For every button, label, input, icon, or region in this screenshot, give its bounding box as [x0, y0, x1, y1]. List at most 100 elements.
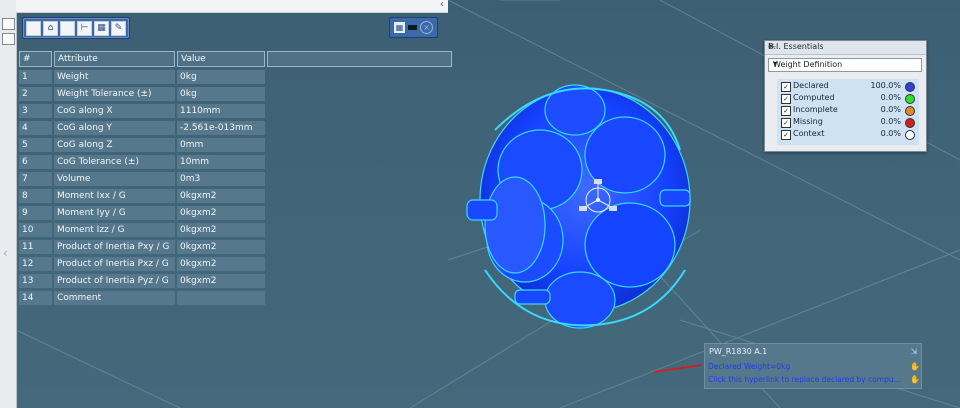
status-color-dot [905, 94, 915, 104]
table-row[interactable]: 5 CoG along Z 0mm [19, 138, 452, 152]
legend-percent: 0.0% [880, 129, 901, 138]
declared-weight-link[interactable]: Declared Weight=0kg [708, 362, 790, 371]
checkbox[interactable]: ✓ [781, 130, 791, 140]
column-header: Attribute [54, 51, 175, 67]
legend-label: Declared [793, 81, 829, 90]
row-number: 2 [19, 87, 52, 101]
attribute-value: 0kgxm2 [177, 189, 265, 203]
checkbox[interactable]: ✓ [781, 106, 791, 116]
attribute-name: Weight Tolerance (±) [54, 87, 175, 101]
column-header-empty [267, 51, 452, 67]
close-icon[interactable]: ✕ [768, 42, 923, 51]
checkbox[interactable]: ✓ [781, 118, 791, 128]
info-tooltip-panel: PW_R1830 A.1 Declared Weight=0kg Click t… [704, 343, 922, 389]
legend-percent: 0.0% [880, 105, 901, 114]
square-icon[interactable] [26, 20, 41, 36]
chevron-left-icon[interactable]: ‹ [3, 246, 8, 260]
bi-essentials-title-bar: B.I. Essentials — ✕ [765, 41, 926, 55]
table-row[interactable]: 3 CoG along X 1110mm [19, 104, 452, 118]
attribute-value: 0kgxm2 [177, 240, 265, 254]
legend-label: Incomplete [793, 105, 838, 114]
table-row[interactable]: 2 Weight Tolerance (±) 0kg [19, 87, 452, 101]
pin-icon[interactable]: ⇲ [910, 347, 918, 356]
legend-label: Missing [793, 117, 823, 126]
attribute-name: CoG along Z [54, 138, 175, 152]
attribute-name: CoG Tolerance (±) [54, 155, 175, 169]
hand-icon[interactable]: ✋ [910, 375, 920, 384]
legend-percent: 0.0% [880, 117, 901, 126]
attribute-value: 0kgxm2 [177, 223, 265, 237]
attribute-value: 0m3 [177, 172, 265, 186]
attribute-name: Product of Inertia Pxy / G [54, 240, 175, 254]
legend-item: ✓ Missing 0.0% [781, 117, 917, 129]
table-row[interactable]: 7 Volume 0m3 [19, 172, 452, 186]
table-row[interactable]: 1 Weight 0kg [19, 70, 452, 84]
attribute-name: Moment Iyy / G [54, 206, 175, 220]
home-icon[interactable]: ⌂ [43, 20, 58, 36]
grid-icon[interactable]: ▦ [394, 22, 405, 33]
panel-toggle-2-icon[interactable] [2, 33, 15, 45]
bi-essentials-panel: B.I. Essentials — ✕ Weight Definition ▾ … [764, 40, 927, 152]
attribute-value: 0kgxm2 [177, 206, 265, 220]
chevron-down-icon[interactable]: ▾ [773, 59, 918, 68]
row-number: 11 [19, 240, 52, 254]
table-icon[interactable]: ▦ [94, 20, 109, 36]
attribute-value: 0mm [177, 138, 265, 152]
definition-dropdown[interactable]: Weight Definition ▾ [768, 58, 922, 72]
status-color-dot [905, 82, 915, 92]
table-row[interactable]: 12 Product of Inertia Pxz / G 0kgxm2 [19, 257, 452, 271]
row-number: 8 [19, 189, 52, 203]
table-row[interactable]: 11 Product of Inertia Pxy / G 0kgxm2 [19, 240, 452, 254]
secondary-toolbar: ▦ × [389, 17, 438, 38]
legend-percent: 0.0% [880, 93, 901, 102]
minus-icon[interactable] [408, 25, 417, 30]
checkbox[interactable]: ✓ [781, 94, 791, 104]
tree-icon[interactable]: ⊢ [77, 20, 92, 36]
legend-percent: 100.0% [870, 81, 901, 90]
row-number: 4 [19, 121, 52, 135]
legend-item: ✓ Declared 100.0% [781, 81, 917, 93]
tools-icon[interactable]: ✎ [111, 20, 126, 36]
table-row[interactable]: 10 Moment Izz / G 0kgxm2 [19, 223, 452, 237]
left-tool-strip: ‹ [0, 0, 17, 408]
legend-item: ✓ Incomplete 0.0% [781, 105, 917, 117]
attribute-name: Product of Inertia Pyz / G [54, 274, 175, 288]
attribute-name: Moment Izz / G [54, 223, 175, 237]
chevron-left-icon[interactable]: ‹ [440, 0, 444, 10]
hand-icon[interactable]: ✋ [910, 362, 920, 371]
main-toolbar: ⌂ ⊢ ▦ ✎ [22, 17, 130, 39]
table-header-row: # Attribute Value [19, 51, 452, 67]
square-icon[interactable] [60, 20, 75, 36]
attribute-name: Product of Inertia Pxz / G [54, 257, 175, 271]
table-row[interactable]: 13 Product of Inertia Pyz / G 0kgxm2 [19, 274, 452, 288]
column-header: Value [177, 51, 265, 67]
row-number: 14 [19, 291, 52, 305]
row-number: 6 [19, 155, 52, 169]
attribute-value: -2.561e-013mm [177, 121, 265, 135]
attribute-value: 0kg [177, 70, 265, 84]
attribute-value: 0kgxm2 [177, 257, 265, 271]
table-row[interactable]: 14 Comment [19, 291, 452, 305]
attribute-name: Volume [54, 172, 175, 186]
table-row[interactable]: 8 Moment Ixx / G 0kgxm2 [19, 189, 452, 203]
attribute-value: 0kg [177, 87, 265, 101]
panel-toggle-icon[interactable] [2, 18, 15, 30]
table-row[interactable]: 6 CoG Tolerance (±) 10mm [19, 155, 452, 169]
table-row[interactable]: 4 CoG along Y -2.561e-013mm [19, 121, 452, 135]
close-icon[interactable]: × [420, 21, 433, 34]
legend-label: Computed [793, 93, 835, 102]
replace-weight-hyperlink[interactable]: Click this hyperlink to replace declared… [708, 375, 904, 384]
attribute-name: Comment [54, 291, 175, 305]
row-number: 1 [19, 70, 52, 84]
table-row[interactable]: 9 Moment Iyy / G 0kgxm2 [19, 206, 452, 220]
checkbox[interactable]: ✓ [781, 82, 791, 92]
legend-item: ✓ Context 0.0% [781, 129, 917, 141]
column-header: # [19, 51, 52, 67]
attribute-name: CoG along X [54, 104, 175, 118]
status-color-dot [905, 118, 915, 128]
row-number: 9 [19, 206, 52, 220]
row-number: 10 [19, 223, 52, 237]
attribute-name: CoG along Y [54, 121, 175, 135]
row-number: 7 [19, 172, 52, 186]
engine-3d-model[interactable] [455, 70, 715, 340]
